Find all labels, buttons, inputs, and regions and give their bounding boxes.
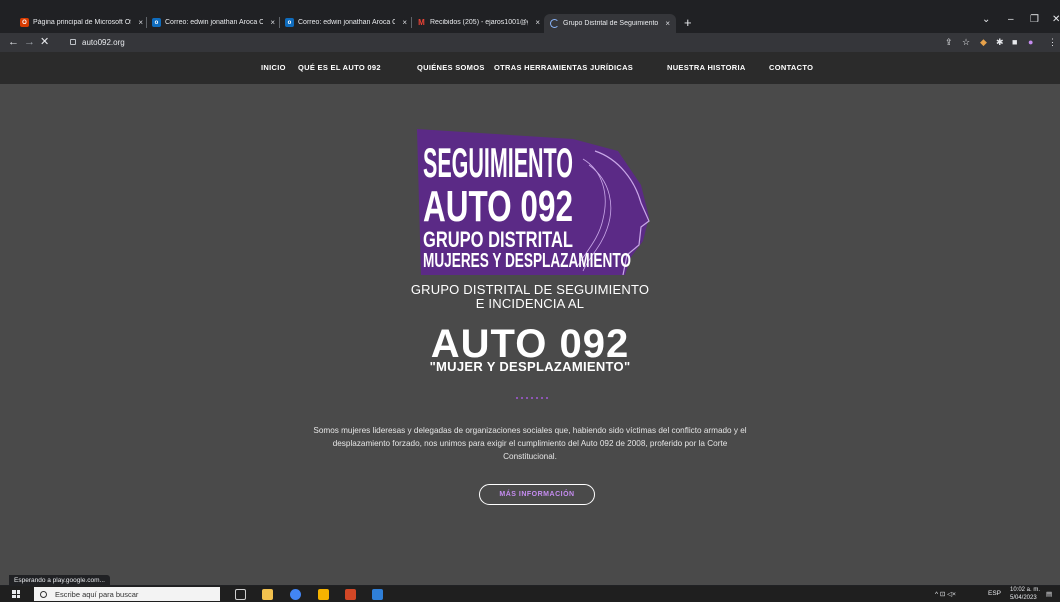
nav-inicio[interactable]: INICIO — [261, 63, 286, 72]
tab-close-icon[interactable]: × — [267, 18, 275, 27]
tab-microsoft-office[interactable]: O Página principal de Microsoft Off × — [20, 15, 143, 30]
site-navigation: INICIO QUÉ ES EL AUTO 092 QUIÉNES SOMOS … — [0, 52, 1060, 84]
tab-label: Grupo Distrital de Seguimiento — [563, 20, 659, 27]
tab-separator — [146, 17, 147, 28]
app-blue-icon[interactable] — [372, 589, 383, 600]
gmail-icon: M — [418, 18, 425, 27]
tab-label: Página principal de Microsoft Off — [33, 19, 132, 26]
clock-date[interactable]: 5/04/2023 — [1010, 595, 1037, 601]
minimize-icon[interactable]: – — [1008, 14, 1014, 25]
more-info-button[interactable]: MÁS INFORMACIÓN — [479, 484, 595, 505]
powerpoint-icon[interactable] — [345, 589, 356, 600]
bookmark-star-icon[interactable]: ☆ — [962, 37, 970, 48]
browser-tab-strip: O Página principal de Microsoft Off × o … — [0, 0, 1060, 33]
tab-outlook-1[interactable]: o Correo: edwin jonathan Aroca O. × — [152, 15, 275, 30]
tab-label: Correo: edwin jonathan Aroca O. — [298, 19, 396, 26]
browser-status-bubble: Esperando a play.google.com... — [9, 575, 110, 586]
tab-close-icon[interactable]: × — [135, 18, 143, 27]
nav-contacto[interactable]: CONTACTO — [769, 63, 813, 72]
tab-close-icon[interactable]: × — [662, 19, 670, 28]
auto092-logo: SEGUIMIENTO AUTO 092 GRUPO DISTRITAL MUJ… — [417, 129, 650, 275]
hero-tagline: "MUJER Y DESPLAZAMIENTO" — [429, 359, 631, 374]
chrome-icon[interactable] — [290, 589, 301, 600]
close-window-icon[interactable]: ✕ — [1052, 14, 1060, 25]
tab-separator — [411, 17, 412, 28]
outlook-icon: o — [152, 18, 161, 27]
forward-icon[interactable]: → — [24, 35, 35, 49]
logo-line-auto-092: AUTO 092 — [423, 182, 573, 231]
taskbar-search-placeholder: Escribe aquí para buscar — [55, 589, 139, 599]
clock-time[interactable]: 10:02 a. m. — [1010, 587, 1040, 593]
nav-nuestra-historia[interactable]: NUESTRA HISTORIA — [667, 63, 746, 72]
extensions-puzzle-icon[interactable]: ✱ — [996, 37, 1004, 48]
logo-line-grupo-distrital: GRUPO DISTRITAL — [423, 227, 573, 252]
logo-line-seguimiento: SEGUIMIENTO — [423, 139, 573, 186]
task-view-icon[interactable] — [235, 589, 246, 600]
office-icon: O — [20, 18, 29, 27]
profile-avatar-icon[interactable]: ● — [1028, 37, 1033, 47]
windows-taskbar: Escribe aquí para buscar ^ ⊡ ◁× ESP 10:0… — [0, 586, 1060, 602]
nav-quienes-somos[interactable]: QUIÉNES SOMOS — [417, 63, 485, 72]
nav-que-es-auto-092[interactable]: QUÉ ES EL AUTO 092 — [298, 63, 381, 72]
url-text: auto092.org — [82, 37, 125, 47]
hero-subtitle-line2: E INCIDENCIA AL — [475, 296, 585, 311]
stop-loading-icon[interactable]: ✕ — [40, 35, 49, 49]
tab-separator — [279, 17, 280, 28]
back-icon[interactable]: ← — [8, 35, 19, 49]
lock-icon — [70, 39, 76, 45]
side-panel-icon[interactable]: ■ — [1012, 37, 1017, 47]
tab-close-icon[interactable]: × — [399, 18, 407, 27]
share-icon[interactable]: ⇪ — [945, 37, 953, 48]
extension-fox-icon[interactable]: ◆ — [980, 37, 987, 48]
tab-label: Recibidos (205) - ejaros1001@gm — [430, 19, 529, 26]
hero-description: Somos mujeres lideresas y delegadas de o… — [313, 426, 747, 461]
tab-close-icon[interactable]: × — [532, 18, 540, 27]
restore-icon[interactable]: ❐ — [1030, 14, 1039, 25]
hero-section: SEGUIMIENTO AUTO 092 GRUPO DISTRITAL MUJ… — [0, 84, 1060, 585]
hero-subtitle-line1: GRUPO DISTRITAL DE SEGUIMIENTO — [410, 282, 650, 297]
loading-icon — [550, 19, 559, 28]
logo-line-mujeres: MUJERES Y DESPLAZAMIENTO — [423, 250, 631, 272]
address-bar[interactable]: auto092.org — [70, 35, 950, 49]
tab-outlook-2[interactable]: o Correo: edwin jonathan Aroca O. × — [285, 15, 407, 30]
language-indicator[interactable]: ESP — [988, 590, 1001, 597]
tab-active-auto092[interactable]: Grupo Distrital de Seguimiento × — [544, 14, 676, 33]
new-tab-button[interactable]: + — [684, 15, 692, 30]
file-explorer-icon[interactable] — [262, 589, 273, 600]
browser-toolbar: ← → ✕ auto092.org ⇪ ☆ ◆ ✱ ■ ● ⋮ — [0, 33, 1060, 52]
outlook-icon: o — [285, 18, 294, 27]
menu-kebab-icon[interactable]: ⋮ — [1048, 37, 1057, 48]
decorative-dots — [516, 397, 548, 399]
tab-label: Correo: edwin jonathan Aroca O. — [165, 19, 264, 26]
notifications-icon[interactable]: ▤ — [1046, 590, 1052, 598]
search-icon — [40, 590, 47, 598]
windows-start-icon[interactable] — [12, 590, 20, 598]
taskbar-search-box[interactable]: Escribe aquí para buscar — [34, 587, 220, 601]
tab-search-icon[interactable]: ⌄ — [982, 14, 990, 25]
app-yellow-icon[interactable] — [318, 589, 329, 600]
tab-gmail[interactable]: M Recibidos (205) - ejaros1001@gm × — [417, 15, 540, 30]
nav-otras-herramientas[interactable]: OTRAS HERRAMIENTAS JURÍDICAS — [494, 63, 633, 72]
tray-icons[interactable]: ^ ⊡ ◁× — [935, 590, 956, 598]
